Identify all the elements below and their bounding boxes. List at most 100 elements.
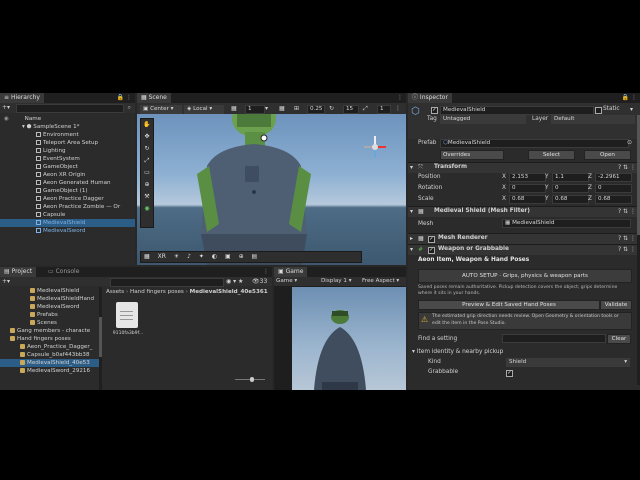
transform-z-field[interactable]: -2.2961 — [595, 173, 632, 182]
tab-scene[interactable]: ▦ Scene — [137, 93, 171, 103]
foldout-arrow-icon[interactable]: ▸ — [410, 235, 413, 242]
auto-setup-button[interactable]: AUTO SETUP · Grips, physics & weapon par… — [418, 269, 632, 283]
tab-inspector[interactable]: ⓘ Inspector — [408, 93, 452, 103]
project-folder-item[interactable]: MedievalSword — [0, 303, 102, 311]
scene-gizmo[interactable] — [362, 134, 388, 160]
inspector-tab-menu-icon[interactable]: 🔒 ⋮ — [622, 93, 637, 103]
prefab-target-icon[interactable]: ⊙ — [627, 139, 632, 146]
project-tab-menu-icon[interactable]: ⋮ — [263, 267, 269, 277]
project-folder-item[interactable]: Hand fingers poses — [0, 335, 102, 343]
xr-tool-icon[interactable]: ◉ — [141, 203, 153, 215]
scene-row[interactable]: ▾ ⬢ SampleScene 1* — [0, 123, 135, 131]
transform-y-field[interactable]: 1.1 — [552, 173, 589, 182]
hierarchy-item[interactable]: MedievalSword — [0, 227, 135, 235]
grid-size-field[interactable]: 0.25 — [307, 105, 325, 114]
aspect-dropdown[interactable]: Free Aspect ▾ — [362, 277, 399, 286]
transform-header[interactable]: ▾ ⤧ Transform ? ⇅ ⋮ — [408, 162, 640, 173]
static-dropdown-icon[interactable]: ▾ — [630, 106, 633, 113]
axis-label-y[interactable]: Y — [545, 196, 549, 202]
axis-label-z[interactable]: Z — [588, 174, 592, 180]
rotate-snap-icon[interactable]: ↻ — [329, 105, 334, 112]
hierarchy-item[interactable]: GameObject — [0, 163, 135, 171]
layer-dropdown[interactable]: Default — [551, 115, 635, 124]
move-tool-icon[interactable]: ✥ — [141, 131, 153, 143]
clear-button[interactable]: Clear — [607, 334, 631, 344]
hierarchy-search-input[interactable] — [16, 104, 124, 113]
axis-label-y[interactable]: Y — [545, 185, 549, 191]
preview-hand-poses-button[interactable]: Preview & Edit Saved Hand Poses — [418, 300, 600, 310]
component-menu-icon[interactable]: ? ⇅ ⋮ — [618, 235, 636, 242]
tag-dropdown[interactable]: Untagged — [440, 115, 526, 124]
add-asset-icon[interactable]: +▾ — [2, 278, 10, 285]
game-mode-dropdown[interactable]: Game ▾ — [276, 277, 297, 286]
visibility-icon[interactable]: ◉ — [4, 116, 9, 122]
space-dropdown[interactable]: ◈ Local ▾ — [184, 105, 224, 114]
game-viewport[interactable] — [292, 287, 406, 390]
pivot-dropdown[interactable]: ▣ Center ▾ — [140, 105, 182, 114]
overrides-dropdown[interactable]: Overrides — [440, 150, 504, 160]
transform-y-field[interactable]: 0 — [552, 184, 589, 193]
xr-view-icon[interactable]: XR — [155, 253, 169, 260]
project-folder-item[interactable]: MedievalShield_40e53 — [0, 359, 102, 367]
static-checkbox[interactable] — [595, 107, 602, 114]
tab-project[interactable]: ▤ Project — [0, 267, 37, 277]
hierarchy-root[interactable]: ◉ Name — [0, 115, 135, 123]
hierarchy-tab-menu-icon[interactable]: 🔒 ⋮ — [117, 93, 132, 103]
axis-label-x[interactable]: X — [502, 174, 506, 180]
increment-snap-icon[interactable]: ⊞ — [294, 105, 299, 112]
validate-button[interactable]: Validate — [600, 300, 632, 310]
tab-console[interactable]: ▭ Console — [44, 267, 84, 277]
breadcrumb-item[interactable]: Assets — [106, 289, 124, 295]
component-menu-icon[interactable]: ? ⇅ ⋮ — [618, 164, 636, 171]
draw-mode-icon[interactable]: ▦ — [141, 253, 153, 260]
snap-field[interactable]: 1 — [245, 105, 265, 114]
project-tree-scroll-thumb[interactable] — [99, 317, 102, 357]
project-folder-item[interactable]: Gang members - characte — [0, 327, 102, 335]
grid-toggle-icon[interactable]: ▦ — [279, 105, 285, 112]
weapon-checkbox[interactable]: ✓ — [428, 247, 435, 254]
identity-foldout[interactable]: ▾ Item identity & nearby pickup — [412, 348, 503, 356]
foldout-arrow-icon[interactable]: ▾ — [410, 164, 413, 171]
expand-arrow-icon[interactable]: ▾ — [22, 124, 25, 130]
grabbable-checkbox[interactable]: ✓ — [506, 370, 513, 377]
kind-dropdown[interactable]: Shield ▾ — [506, 358, 630, 367]
scene-more-icon[interactable]: ⋮ — [395, 105, 401, 112]
project-search-input[interactable] — [110, 278, 224, 287]
hierarchy-item[interactable]: GameObject (1) — [0, 187, 135, 195]
scale-tool-icon[interactable]: ⤢ — [141, 155, 153, 167]
custom-tool-icon[interactable]: ⚒ — [141, 191, 153, 203]
project-folder-item[interactable]: MedievalSword_29216 — [0, 367, 102, 375]
project-folder-item[interactable]: Scenes — [0, 319, 102, 327]
transform-x-field[interactable]: 0 — [509, 184, 546, 193]
hidden-objects-icon[interactable]: ◐ — [209, 253, 220, 260]
scale-snap-field[interactable]: 1 — [377, 105, 391, 114]
foldout-arrow-icon[interactable]: ▾ — [410, 246, 413, 253]
breadcrumb-item[interactable]: MedievalShield_40e5361 — [190, 289, 268, 295]
open-button[interactable]: Open — [584, 150, 631, 160]
angle-snap-field[interactable]: 15 — [343, 105, 359, 114]
project-folder-item[interactable]: Capsule_b0af443bb38 — [0, 351, 102, 359]
effects-icon[interactable]: ✦ — [196, 253, 207, 260]
audio-toggle-icon[interactable]: ♪ — [184, 253, 194, 260]
scene-viewport[interactable]: ✋ ✥ ↻ ⤢ ▭ ⊕ ⚒ ◉ ▦ XR ☀ ♪ ✦ ◐ ▣ ⊕ ▤ — [137, 114, 406, 265]
axis-label-z[interactable]: Z — [588, 196, 592, 202]
tab-game[interactable]: ▣ Game — [274, 267, 308, 277]
scale-snap-icon[interactable]: ⤢ — [363, 105, 368, 113]
asset-file-tile[interactable]: 9110fa3b9f... — [110, 302, 146, 342]
filter-icons[interactable]: ◉ ▾ ★ — [226, 278, 243, 285]
mesh-renderer-header[interactable]: ▸ ▦ ✓ Mesh Renderer ? ⇅ ⋮ — [408, 233, 640, 244]
axis-label-z[interactable]: Z — [588, 185, 592, 191]
project-folder-item[interactable]: Aeon_Practice_Dagger_ — [0, 343, 102, 351]
view-tool-icon[interactable]: ✋ — [141, 119, 153, 131]
project-tree-scrollbar[interactable] — [99, 287, 102, 390]
mesh-filter-header[interactable]: ▾ ▦ Medieval Shield (Mesh Filter) ? ⇅ ⋮ — [408, 206, 640, 217]
add-icon[interactable]: +▾ — [2, 104, 10, 111]
transform-y-field[interactable]: 0.68 — [552, 195, 589, 204]
transform-z-field[interactable]: 0 — [595, 184, 632, 193]
axis-label-x[interactable]: X — [502, 196, 506, 202]
hierarchy-item[interactable]: Capsule — [0, 211, 135, 219]
2d-toggle-icon[interactable]: ▤ — [249, 253, 261, 260]
transform-z-field[interactable]: 0.68 — [595, 195, 632, 204]
display-dropdown[interactable]: Display 1 ▾ — [321, 277, 352, 286]
component-menu-icon[interactable]: ? ⇅ ⋮ — [618, 208, 636, 215]
